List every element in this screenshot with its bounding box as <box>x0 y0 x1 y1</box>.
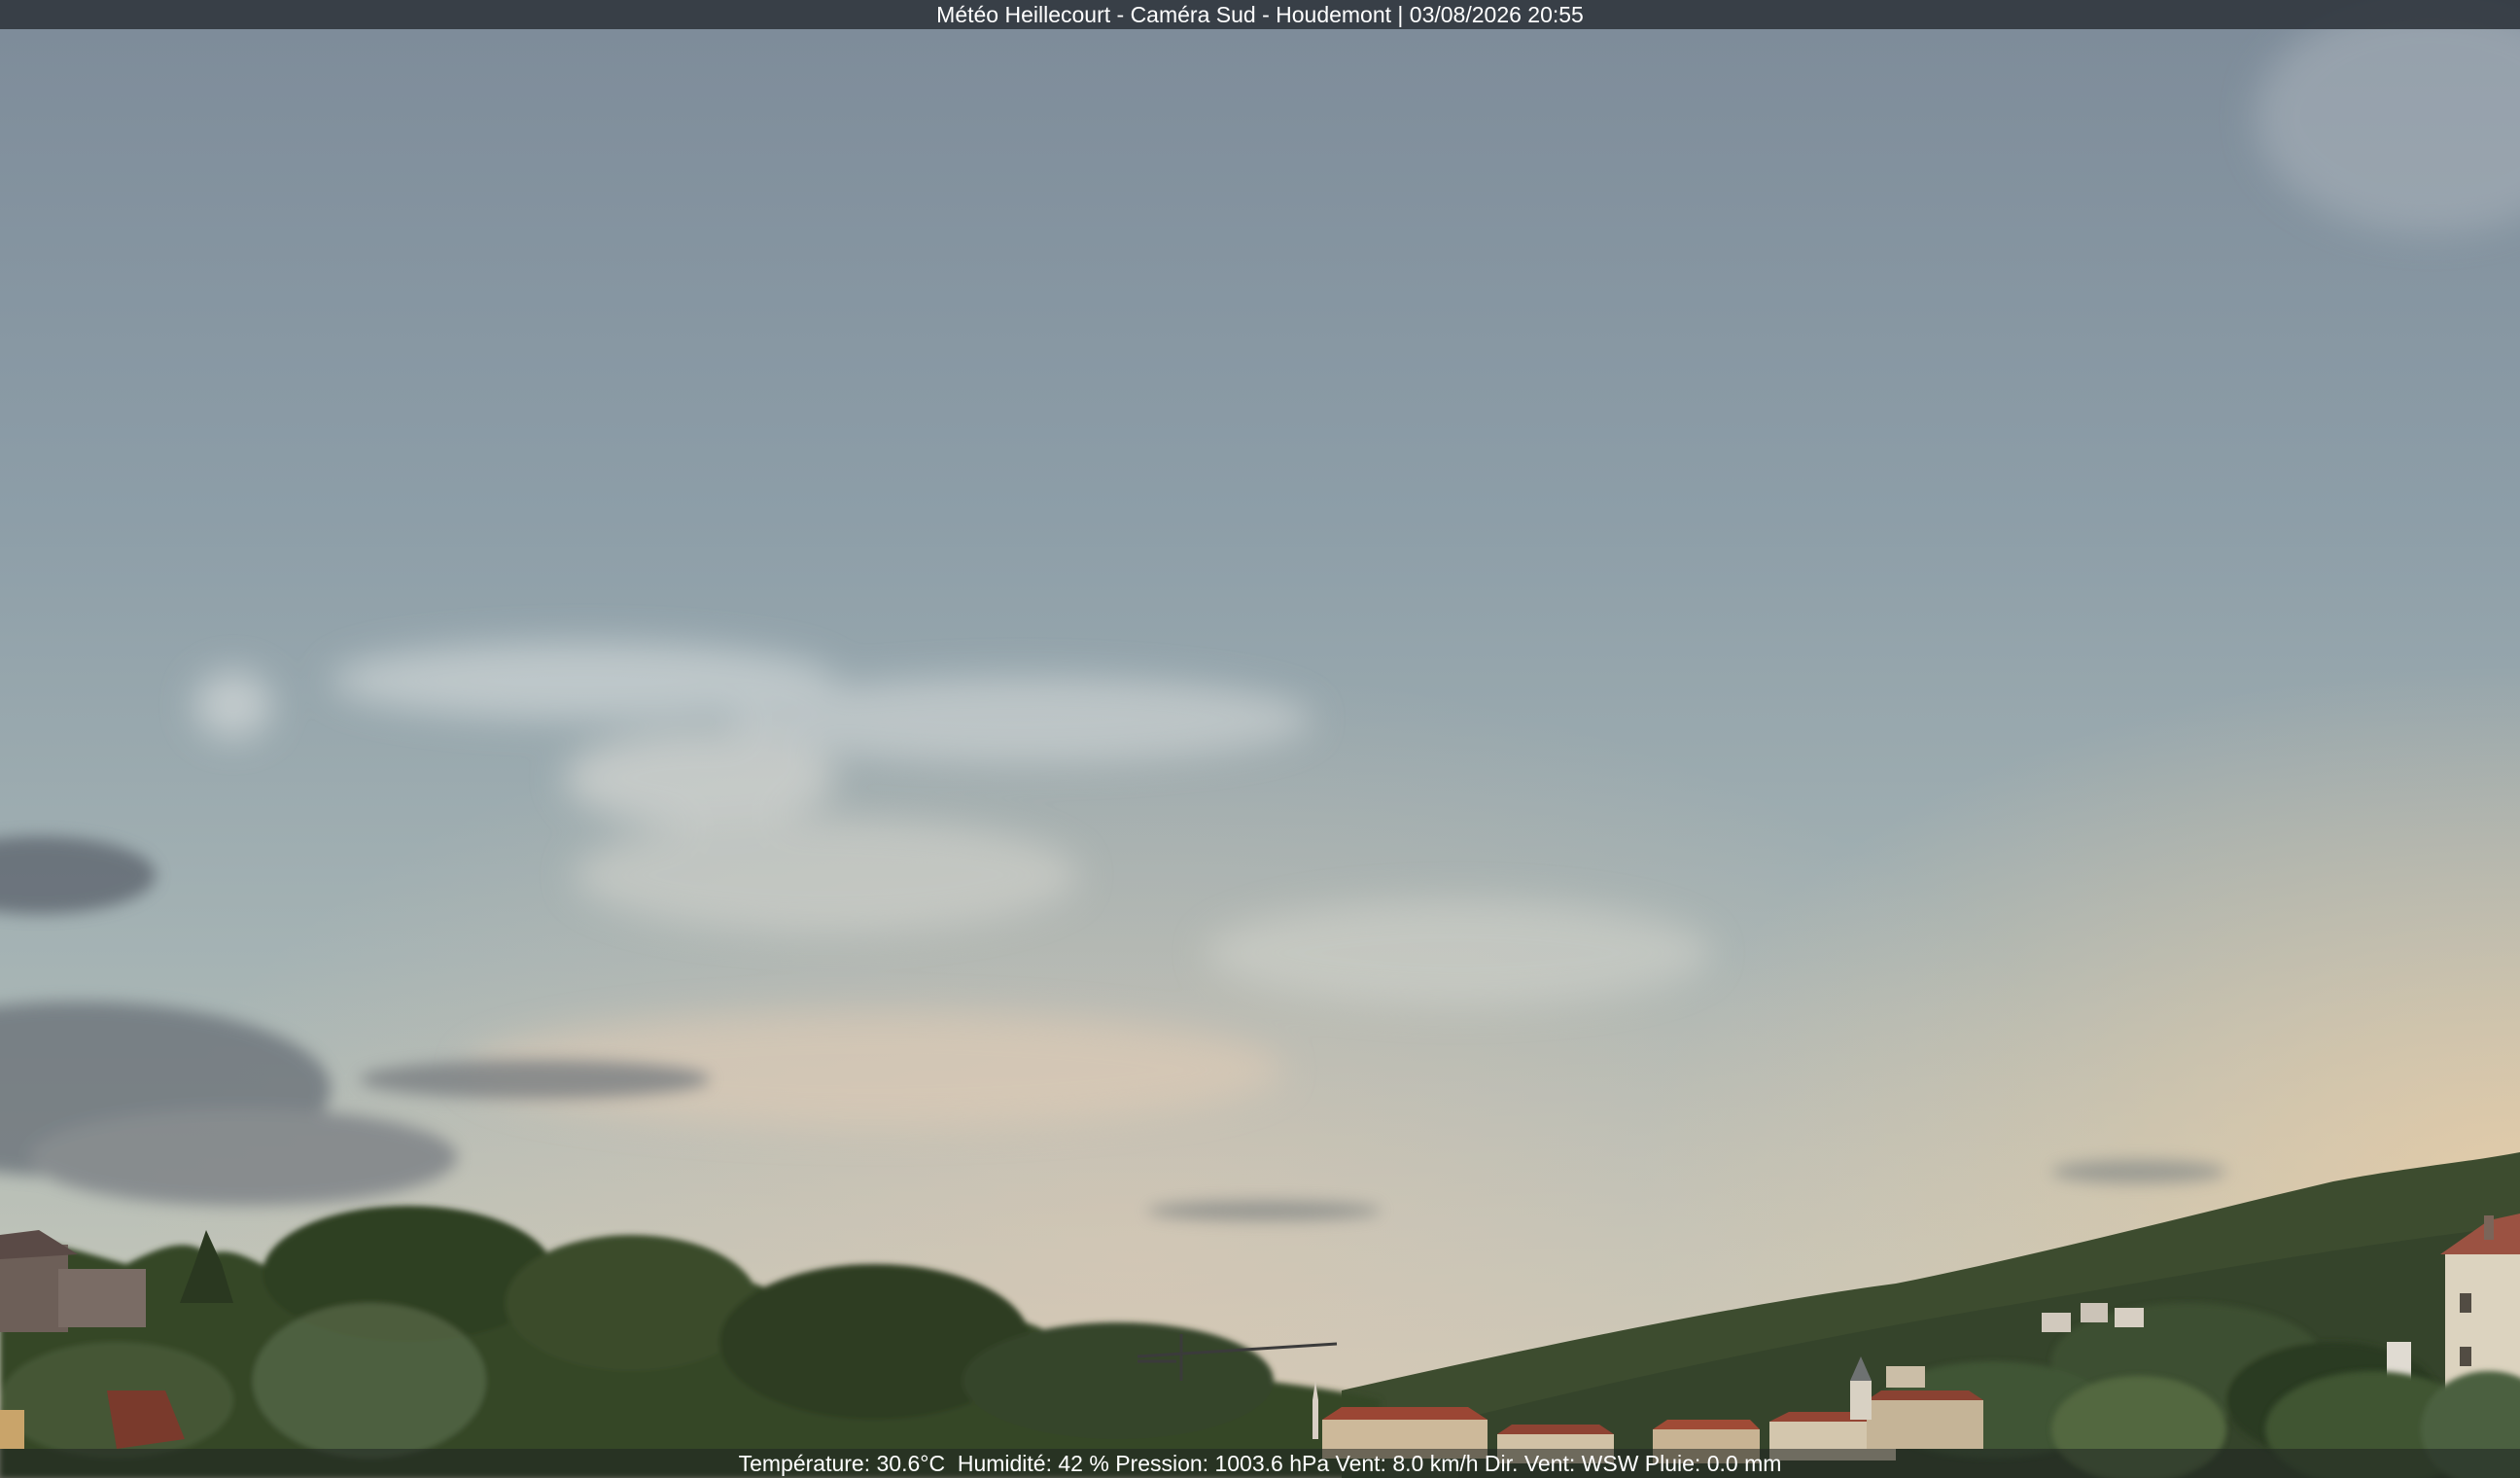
webcam-scene <box>0 0 2520 1478</box>
weather-info-bar: Température: 30.6°C Humidité: 42 % Press… <box>0 1449 2520 1478</box>
camera-title: Météo Heillecourt - Caméra Sud - Houdemo… <box>936 1 1584 27</box>
webcam-frame: Météo Heillecourt - Caméra Sud - Houdemo… <box>0 0 2520 1478</box>
weather-readout: Température: 30.6°C Humidité: 42 % Press… <box>738 1450 1782 1476</box>
camera-title-bar: Météo Heillecourt - Caméra Sud - Houdemo… <box>0 0 2520 29</box>
